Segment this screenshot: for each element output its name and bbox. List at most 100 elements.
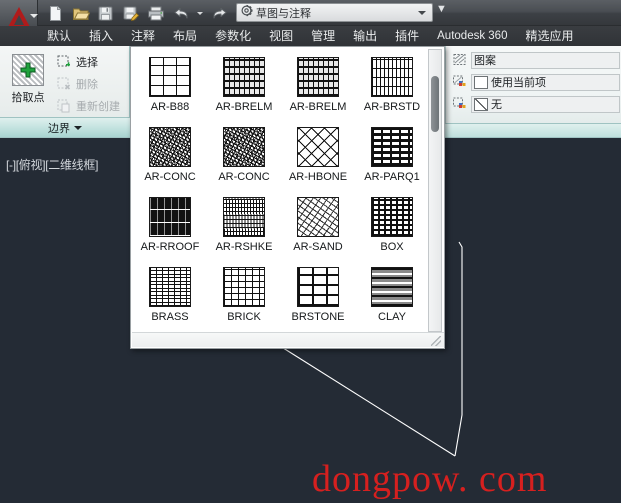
ribbon-tab-9[interactable]: Autodesk 360 <box>428 26 516 46</box>
background-color-icon <box>450 96 468 112</box>
hatch-pattern-swatch[interactable] <box>297 57 339 97</box>
hatch-pattern-swatch[interactable] <box>297 127 339 167</box>
background-color-row[interactable]: 无 <box>450 94 620 114</box>
hatch-pattern-item[interactable]: AR-BRSTD <box>355 51 429 121</box>
hatch-color-field[interactable]: 使用当前项 <box>471 74 620 91</box>
background-color-value: 无 <box>491 96 502 112</box>
hatch-pattern-label: BRSTONE <box>292 311 345 323</box>
redo-button[interactable] <box>208 2 231 24</box>
hatch-pattern-label: AR-SAND <box>293 241 343 253</box>
hatch-pattern-label: AR-BRSTD <box>364 101 420 113</box>
ribbon-tab-0[interactable]: 默认 <box>38 26 80 46</box>
hatch-pattern-label: AR-PARQ1 <box>364 171 419 183</box>
open-file-button[interactable] <box>69 2 92 24</box>
diagonal-edge-path <box>280 346 455 456</box>
gallery-resize-grip[interactable] <box>431 336 441 346</box>
qat-overflow-button[interactable]: ▼ <box>436 4 447 14</box>
hatch-pattern-swatch[interactable] <box>149 57 191 97</box>
hatch-pattern-item[interactable]: AR-CONC <box>207 121 281 191</box>
hatch-pattern-item[interactable]: AR-BRELM <box>281 51 355 121</box>
save-as-button[interactable] <box>119 2 142 24</box>
hatch-pattern-item[interactable]: AR-B88 <box>133 51 207 121</box>
hatch-pattern-label: AR-B88 <box>151 101 190 113</box>
ribbon-tab-1[interactable]: 插入 <box>80 26 122 46</box>
hatch-pattern-item[interactable]: AR-PARQ1 <box>355 121 429 191</box>
hatch-pattern-swatch[interactable] <box>371 197 413 237</box>
hatch-pattern-item[interactable]: BRSTONE <box>281 261 355 331</box>
hatch-pattern-swatch[interactable] <box>297 197 339 237</box>
ribbon-tab-2[interactable]: 注释 <box>122 26 164 46</box>
hatch-pattern-label: AR-RROOF <box>141 241 200 253</box>
undo-button[interactable] <box>169 2 192 24</box>
hatch-type-field[interactable]: 图案 <box>471 52 620 69</box>
new-file-button[interactable] <box>44 2 67 24</box>
hatch-pattern-item[interactable]: BRICK <box>207 261 281 331</box>
boundary-ribbon-panel: 拾取点 选择 删除 <box>0 46 130 138</box>
application-menu-caret-icon[interactable] <box>30 14 38 18</box>
hatch-pattern-item[interactable]: AR-BRELM <box>207 51 281 121</box>
pick-point-icon <box>12 54 44 86</box>
ribbon-tab-10[interactable]: 精选应用 <box>516 26 582 46</box>
hatch-pattern-item[interactable]: BRASS <box>133 261 207 331</box>
ribbon-tab-5[interactable]: 视图 <box>260 26 302 46</box>
ribbon-tab-bar: 默认插入注释布局参数化视图管理输出插件Autodesk 360精选应用 <box>0 26 621 46</box>
undo-dropdown-caret-icon[interactable] <box>197 12 203 15</box>
ribbon-tab-7[interactable]: 输出 <box>344 26 386 46</box>
hatch-pattern-swatch[interactable] <box>223 197 265 237</box>
background-color-field[interactable]: 无 <box>471 96 620 113</box>
select-objects-button[interactable]: 选择 <box>56 52 98 72</box>
gallery-scrollbar-thumb[interactable] <box>431 76 439 132</box>
ribbon-tab-8[interactable]: 插件 <box>386 26 428 46</box>
remove-boundary-button[interactable]: 删除 <box>56 74 98 94</box>
gallery-scrollbar[interactable] <box>428 49 442 332</box>
boundary-panel-title[interactable]: 边界 <box>0 117 130 137</box>
hatch-pattern-item[interactable]: AR-CONC <box>133 121 207 191</box>
hatch-color-row[interactable]: 使用当前项 <box>450 72 620 92</box>
hatch-color-swatch <box>474 76 488 89</box>
hatch-pattern-item[interactable]: CLAY <box>355 261 429 331</box>
ribbon-tab-6[interactable]: 管理 <box>302 26 344 46</box>
hatch-pattern-swatch[interactable] <box>223 127 265 167</box>
hatch-pattern-swatch[interactable] <box>149 197 191 237</box>
hatch-pattern-swatch[interactable] <box>223 267 265 307</box>
pick-point-button[interactable]: 拾取点 <box>4 50 52 114</box>
hatch-color-value: 使用当前项 <box>491 74 546 90</box>
hatch-pattern-swatch[interactable] <box>371 57 413 97</box>
hatch-pattern-swatch[interactable] <box>297 267 339 307</box>
plot-button[interactable] <box>144 2 167 24</box>
hatch-pattern-item[interactable]: AR-RROOF <box>133 191 207 261</box>
ribbon-tab-3[interactable]: 布局 <box>164 26 206 46</box>
hatch-color-icon <box>450 74 468 90</box>
hatch-pattern-item[interactable]: AR-HBONE <box>281 121 355 191</box>
hatch-pattern-swatch[interactable] <box>149 127 191 167</box>
save-button[interactable] <box>94 2 117 24</box>
hatch-pattern-label: BRASS <box>151 311 188 323</box>
hatch-pattern-gallery[interactable]: AR-B88 AR-BRELM AR-BRELM AR-BRSTD AR-CONC AR-… <box>130 46 445 349</box>
recreate-boundary-button[interactable]: 重新创建 <box>56 96 120 116</box>
boundary-panel-title-label: 边界 <box>48 120 70 136</box>
ribbon-tab-4[interactable]: 参数化 <box>206 26 260 46</box>
hatch-pattern-label: AR-CONC <box>218 171 269 183</box>
hatch-pattern-swatch[interactable] <box>149 267 191 307</box>
hatch-pattern-swatch[interactable] <box>371 267 413 307</box>
hatch-pattern-label: AR-RSHKE <box>216 241 273 253</box>
remove-boundary-icon <box>56 76 72 92</box>
hatch-pattern-item[interactable]: BOX <box>355 191 429 261</box>
hatch-type-icon <box>450 52 468 68</box>
hatch-pattern-label: AR-CONC <box>144 171 195 183</box>
remove-boundary-label: 删除 <box>76 76 98 92</box>
hatch-pattern-swatch[interactable] <box>223 57 265 97</box>
workspace-selector[interactable]: 草图与注释 <box>236 3 433 22</box>
select-objects-icon <box>56 54 72 70</box>
hatch-pattern-item[interactable]: AR-RSHKE <box>207 191 281 261</box>
hatch-type-row[interactable]: 图案 <box>450 50 620 70</box>
hatch-pattern-label: CLAY <box>378 311 406 323</box>
hatch-pattern-swatch[interactable] <box>371 127 413 167</box>
hatch-pattern-item[interactable]: AR-SAND <box>281 191 355 261</box>
chevron-down-icon[interactable] <box>418 11 426 15</box>
quick-access-toolbar: 草图与注释 ▼ <box>0 0 621 26</box>
hatch-properties-panel: 图案 使用当前项 <box>445 46 621 124</box>
watermark-text: dongpow. com <box>312 458 547 500</box>
hatch-pattern-label: AR-BRELM <box>290 101 347 113</box>
hatch-panel-bottom-strip <box>445 124 621 138</box>
